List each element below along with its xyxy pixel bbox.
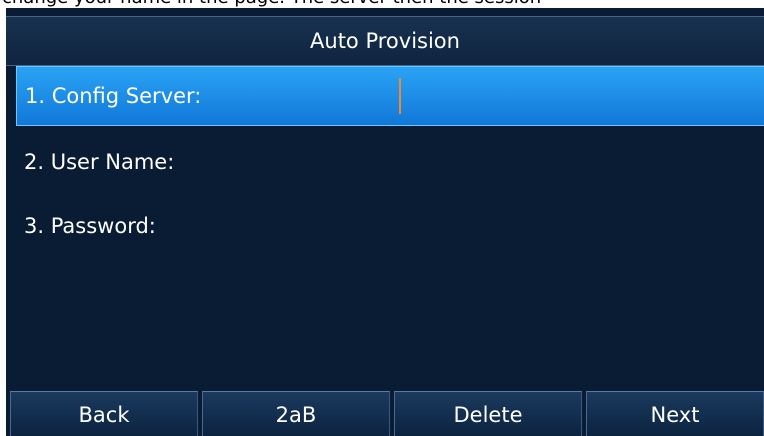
password-label: 3. Password: [24, 214, 156, 238]
title-bar: Auto Provision [6, 16, 764, 66]
delete-softkey[interactable]: Delete [394, 391, 582, 436]
instruction-text: change your name in the page. The server… [2, 0, 541, 8]
back-softkey[interactable]: Back [10, 391, 198, 436]
instruction-strip: change your name in the page. The server… [0, 0, 764, 8]
config-server-field[interactable]: 1. Config Server: [16, 66, 764, 126]
input-mode-softkey[interactable]: 2aB [202, 391, 390, 436]
phone-screen: Auto Provision 1. Config Server: 2. User… [6, 8, 764, 436]
config-server-label: 1. Config Server: [25, 84, 202, 108]
softkey-bar: Back 2aB Delete Next [6, 391, 764, 436]
user-name-field[interactable]: 2. User Name: [16, 133, 764, 193]
page-title: Auto Provision [310, 29, 460, 53]
user-name-label: 2. User Name: [24, 150, 175, 174]
next-softkey[interactable]: Next [586, 391, 764, 436]
text-cursor [399, 78, 401, 114]
password-field[interactable]: 3. Password: [16, 197, 764, 257]
